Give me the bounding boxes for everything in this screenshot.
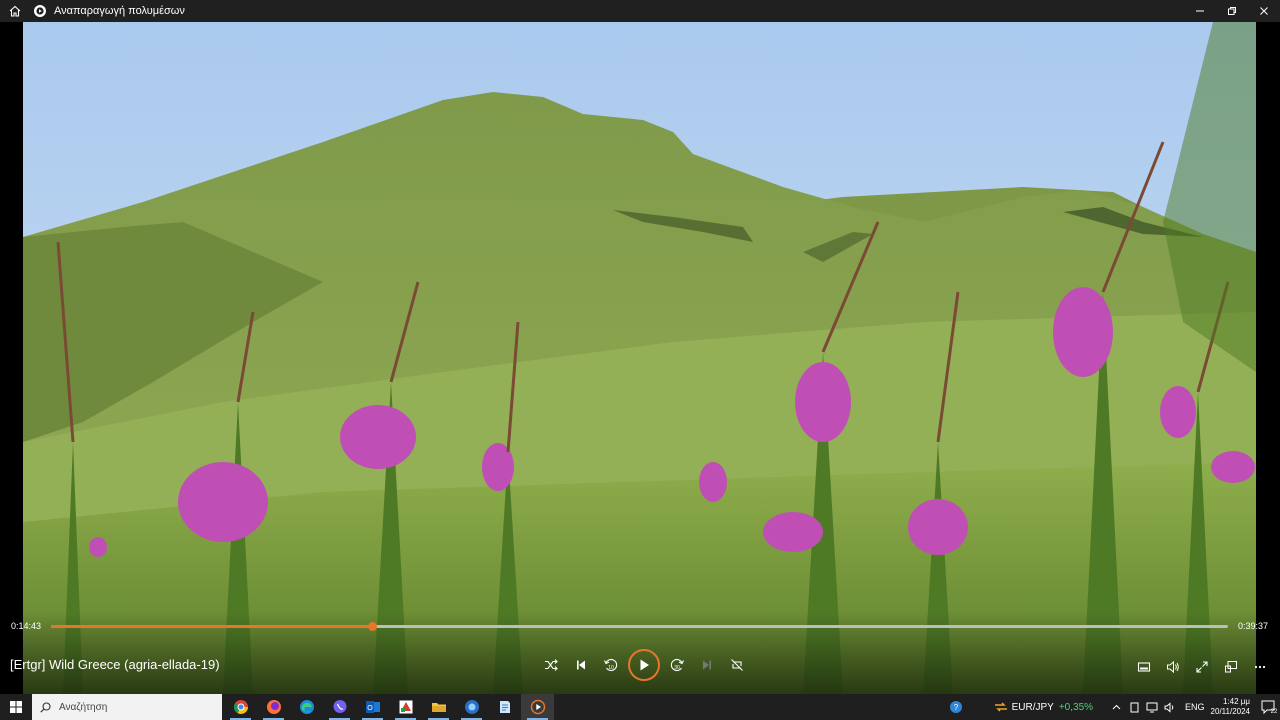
rewind-label: 10 xyxy=(608,665,614,671)
forward-30-icon[interactable]: 30 xyxy=(662,650,692,680)
right-controls xyxy=(1129,652,1274,682)
forward-label: 30 xyxy=(674,665,680,671)
player-controls: 0:14:43 0:39:37 [Ertgr] Wild Greece (agr… xyxy=(0,612,1280,694)
edge-icon[interactable] xyxy=(290,694,323,720)
system-tray: ? EUR/JPY +0,35% ENG 1:42 μμ 20/11/2024 … xyxy=(947,694,1280,720)
video-frame[interactable] xyxy=(23,22,1256,694)
rewind-10-icon[interactable]: 10 xyxy=(596,650,626,680)
repeat-off-icon[interactable] xyxy=(722,650,752,680)
device-icon[interactable] xyxy=(1126,702,1142,713)
play-button[interactable] xyxy=(628,649,660,681)
network-icon[interactable] xyxy=(1144,702,1160,713)
restore-button[interactable] xyxy=(1216,0,1248,22)
ticker-pair: EUR/JPY xyxy=(1011,701,1054,713)
clock-time: 1:42 μμ xyxy=(1222,697,1250,706)
notification-count: 22 xyxy=(1271,709,1277,714)
window-title: Αναπαραγωγή πολυμέσων xyxy=(54,5,185,17)
firefox-icon[interactable] xyxy=(257,694,290,720)
volume-tray-icon[interactable] xyxy=(1162,701,1178,713)
more-icon[interactable] xyxy=(1245,652,1274,682)
fullscreen-icon[interactable] xyxy=(1187,652,1216,682)
media-player-icon xyxy=(34,5,46,17)
outlook-icon[interactable]: O xyxy=(356,694,389,720)
playback-controls: 10 30 xyxy=(536,648,752,682)
search-icon xyxy=(40,701,51,713)
previous-icon[interactable] xyxy=(566,650,596,680)
search-placeholder: Αναζήτηση xyxy=(59,701,108,713)
window-titlebar: Αναπαραγωγή πολυμέσων xyxy=(0,0,1280,22)
media-app-icon[interactable] xyxy=(389,694,422,720)
seek-thumb[interactable] xyxy=(368,622,378,631)
current-time: 0:14:43 xyxy=(11,621,42,631)
viber-icon[interactable] xyxy=(323,694,356,720)
clock-date: 20/11/2024 xyxy=(1210,707,1250,716)
windows-start-icon[interactable] xyxy=(0,694,32,720)
taskbar: Αναζήτηση O ? EUR/JPY +0,35% ENG 1:42 μμ… xyxy=(0,694,1280,720)
svg-text:?: ? xyxy=(953,703,958,712)
next-icon[interactable] xyxy=(692,650,722,680)
video-scene xyxy=(23,22,1256,694)
seek-bar[interactable] xyxy=(51,622,1228,631)
notepad-icon[interactable] xyxy=(488,694,521,720)
close-button[interactable] xyxy=(1248,0,1280,22)
media-title: [Ertgr] Wild Greece (agria-ellada-19) xyxy=(10,657,220,672)
exchange-icon xyxy=(994,702,1007,712)
help-icon[interactable]: ? xyxy=(948,700,964,714)
total-time: 0:39:37 xyxy=(1237,621,1268,631)
taskbar-search[interactable]: Αναζήτηση xyxy=(32,694,222,720)
media-player-icon[interactable] xyxy=(521,694,554,720)
notification-icon[interactable]: 22 xyxy=(1258,700,1280,714)
language-indicator[interactable]: ENG xyxy=(1185,702,1205,712)
play-icon xyxy=(640,659,649,671)
svg-text:O: O xyxy=(367,705,373,712)
chrome-icon[interactable] xyxy=(224,694,257,720)
edge-beta-icon[interactable] xyxy=(455,694,488,720)
clock[interactable]: 1:42 μμ 20/11/2024 xyxy=(1211,697,1250,717)
miniplayer-icon[interactable] xyxy=(1129,652,1158,682)
ticker-change: +0,35% xyxy=(1058,701,1094,713)
home-icon[interactable] xyxy=(0,0,30,22)
seek-bar-progress xyxy=(51,625,373,628)
minimize-button[interactable] xyxy=(1184,0,1216,22)
stock-ticker[interactable]: EUR/JPY +0,35% xyxy=(994,701,1093,713)
taskbar-apps: O xyxy=(224,694,554,720)
cast-icon[interactable] xyxy=(1216,652,1245,682)
file-explorer-icon[interactable] xyxy=(422,694,455,720)
chevron-up-icon[interactable] xyxy=(1108,703,1124,712)
shuffle-icon[interactable] xyxy=(536,650,566,680)
volume-icon[interactable] xyxy=(1158,652,1187,682)
